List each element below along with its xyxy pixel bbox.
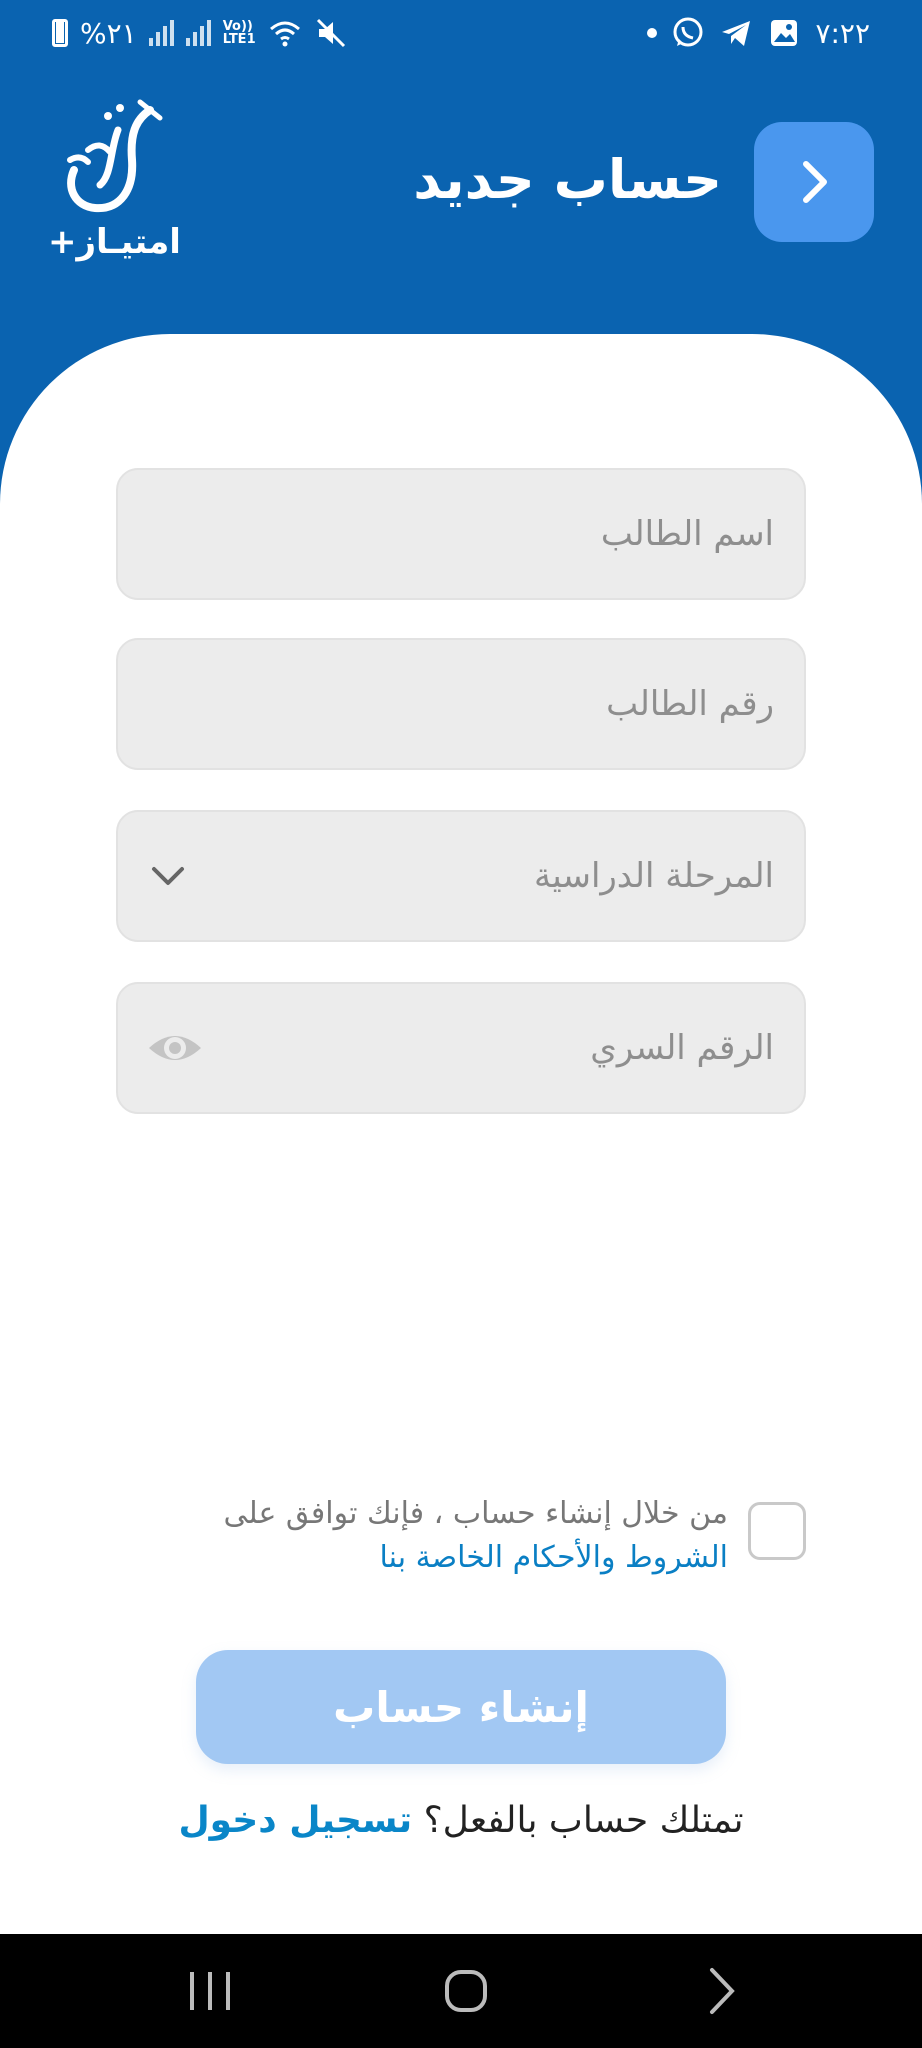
terms-row: من خلال إنشاء حساب ، فإنك توافق على الشر…	[116, 1492, 806, 1582]
status-right: ٧:٢٢	[647, 16, 870, 50]
whatsapp-icon	[673, 17, 703, 47]
lte-indicator: Vo)) LTE1	[223, 20, 256, 46]
back-button[interactable]	[754, 122, 874, 242]
logo-text: امتيـاز+	[48, 222, 181, 262]
chevron-down-icon	[152, 867, 184, 885]
chevron-right-icon	[803, 161, 827, 203]
login-row: تمتلك حساب بالفعل؟ تسجيل دخول	[0, 1800, 922, 1841]
logo-calligraphy-icon	[67, 99, 163, 213]
password-field[interactable]: الرقم السري	[116, 982, 806, 1114]
home-icon[interactable]	[436, 1964, 496, 2018]
back-nav-icon[interactable]	[692, 1964, 752, 2018]
app-header: امتيـاز+ حساب جديد	[0, 70, 922, 340]
dot-icon	[647, 28, 658, 38]
have-account-text: تمتلك حساب بالفعل؟	[423, 1800, 744, 1841]
status-left: %٢١ Vo)) LTE1	[52, 16, 348, 50]
battery-icon	[52, 19, 68, 47]
clock: ٧:٢٢	[815, 16, 870, 50]
create-account-button[interactable]: إنشاء حساب	[196, 1650, 726, 1764]
signal-icon	[185, 20, 211, 46]
stage-select[interactable]: المرحلة الدراسية	[116, 810, 806, 942]
signal-icon	[148, 20, 174, 46]
login-link[interactable]: تسجيل دخول	[178, 1800, 412, 1841]
student-number-field[interactable]: رقم الطالب	[116, 638, 806, 770]
status-bar: %٢١ Vo)) LTE1 ٧:٢٢	[0, 0, 922, 70]
page-title: حساب جديد	[413, 148, 722, 211]
student-number-placeholder: رقم الطالب	[606, 684, 774, 724]
mute-icon	[316, 18, 345, 48]
password-placeholder: الرقم السري	[590, 1028, 774, 1068]
telegram-icon	[722, 21, 751, 46]
terms-link[interactable]: الشروط والأحكام الخاصة بنا	[168, 1536, 728, 1580]
recent-apps-icon[interactable]	[180, 1964, 240, 2018]
terms-intro: من خلال إنشاء حساب ، فإنك توافق على	[223, 1496, 728, 1531]
eye-icon[interactable]	[146, 1022, 204, 1074]
system-nav-bar	[0, 1934, 922, 2048]
wifi-icon	[269, 21, 300, 47]
battery-percent: %٢١	[80, 16, 137, 50]
lte-label: LTE1	[222, 32, 256, 47]
signup-card: اسم الطالب رقم الطالب المرحلة الدراسية ا…	[0, 334, 922, 1934]
stage-placeholder: المرحلة الدراسية	[533, 856, 774, 896]
student-name-field[interactable]: اسم الطالب	[116, 468, 806, 600]
terms-text: من خلال إنشاء حساب ، فإنك توافق على الشر…	[168, 1492, 728, 1580]
terms-checkbox[interactable]	[748, 1502, 806, 1560]
student-name-placeholder: اسم الطالب	[600, 514, 774, 554]
gallery-icon	[771, 20, 798, 46]
